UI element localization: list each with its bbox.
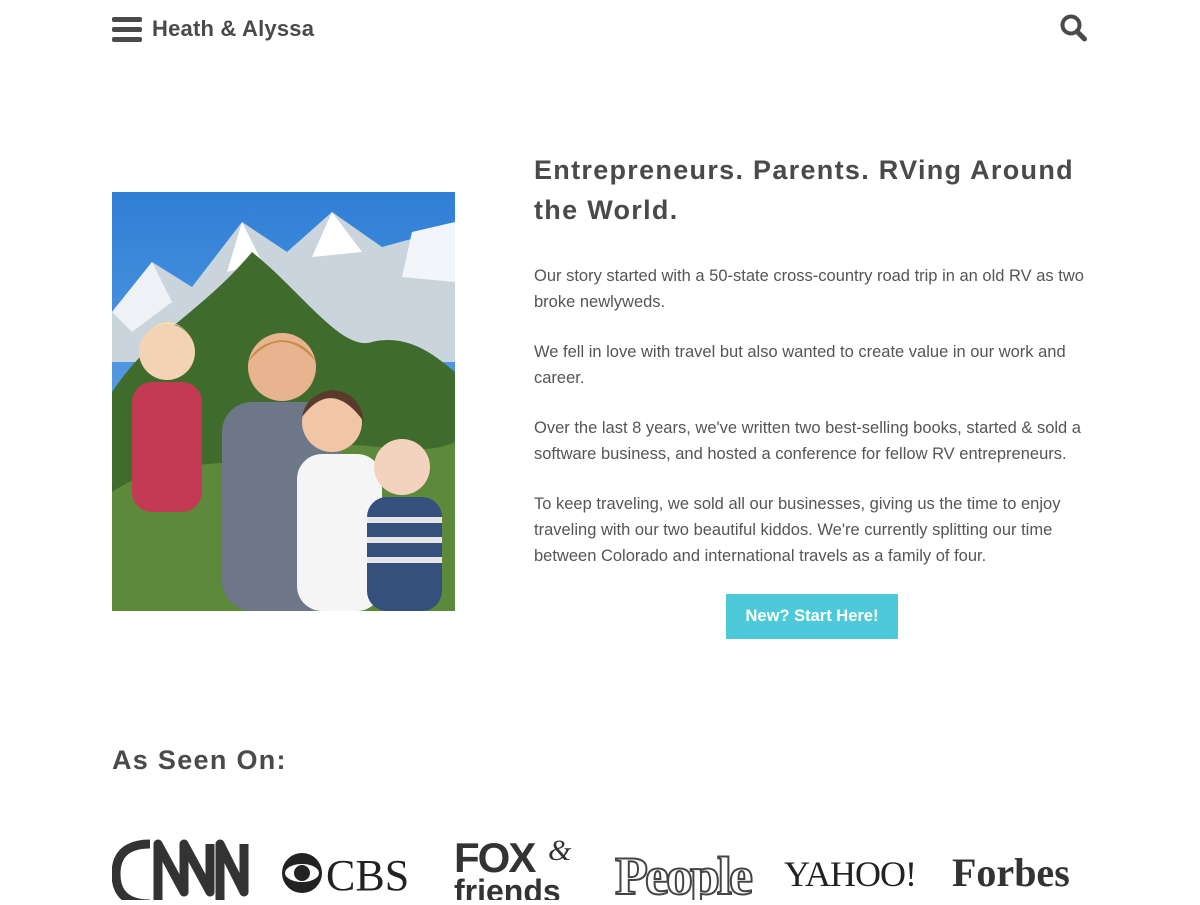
hero-paragraph-4: To keep traveling, we sold all our busin… bbox=[534, 495, 1061, 565]
hero-paragraph-1: Our story started with a 50-state cross-… bbox=[534, 267, 1084, 311]
site-header: Heath & Alyssa bbox=[112, 14, 1088, 48]
search-icon[interactable] bbox=[1060, 14, 1088, 44]
hero-text-block: Entrepreneurs. Parents. RVing Around the… bbox=[534, 150, 1090, 639]
site-title[interactable]: Heath & Alyssa bbox=[152, 16, 314, 42]
start-here-button[interactable]: New? Start Here! bbox=[725, 594, 899, 639]
svg-text:People: People bbox=[615, 846, 752, 900]
family-photo bbox=[112, 192, 455, 611]
yahoo-logo: YAHOO! bbox=[784, 820, 924, 900]
hero-paragraph-3: Over the last 8 years, we've written two… bbox=[534, 419, 1081, 463]
hamburger-menu-icon[interactable] bbox=[112, 17, 142, 43]
cnn-logo bbox=[111, 820, 250, 905]
cbs-logo: CBS bbox=[280, 820, 418, 900]
fox-and-friends-logo: FOX & friends bbox=[450, 820, 590, 905]
svg-text:&: & bbox=[548, 834, 572, 867]
svg-text:Forbes: Forbes bbox=[952, 850, 1070, 895]
forbes-logo: Forbes bbox=[950, 820, 1090, 900]
hero-heading: Entrepreneurs. Parents. RVing Around the… bbox=[534, 155, 1074, 225]
hero-paragraph-2: We fell in love with travel but also wan… bbox=[534, 343, 1066, 387]
as-seen-on-heading: As Seen On: bbox=[112, 745, 287, 775]
people-logo: People bbox=[614, 820, 756, 905]
media-logos-row: CBS FOX & friends People YAHOO! Forbes bbox=[111, 820, 1090, 905]
svg-text:YAHOO!: YAHOO! bbox=[784, 854, 916, 894]
svg-text:CBS: CBS bbox=[326, 851, 409, 900]
svg-text:friends: friends bbox=[454, 873, 561, 900]
